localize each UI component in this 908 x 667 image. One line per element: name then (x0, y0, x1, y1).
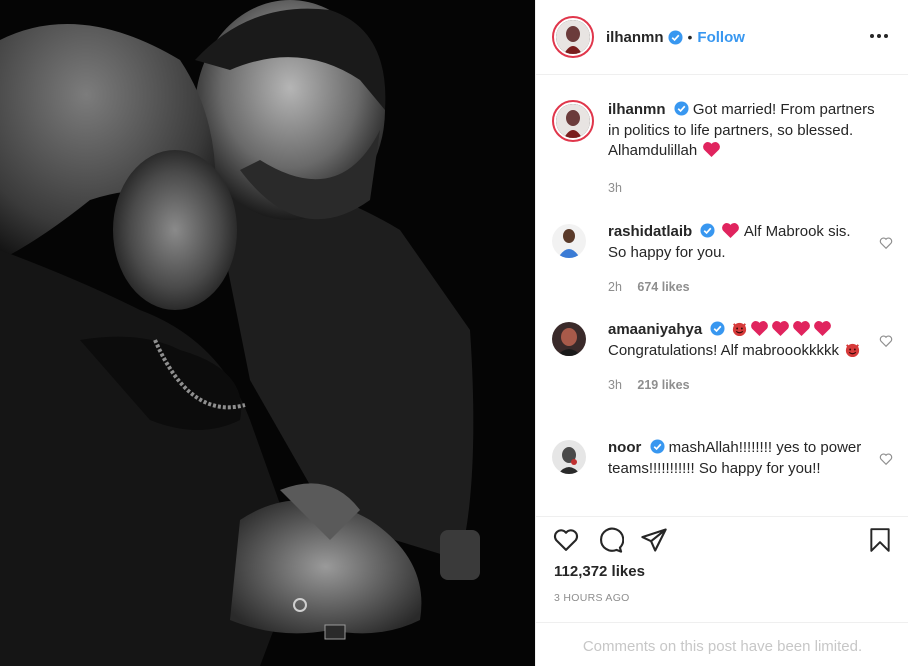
comment-amaaniyahya: amaaniyahya Congratulations! Alf mabrooo… (552, 320, 897, 396)
more-dot (870, 34, 874, 38)
separator-dot: • (687, 29, 693, 45)
red-heart-emoji-icon (750, 321, 768, 337)
bookmark-icon-graphic (870, 528, 890, 552)
comment-text-block: amaaniyahya Congratulations! Alf mabrooo… (608, 320, 863, 361)
comment-time[interactable]: 3h (608, 378, 622, 392)
post-timestamp[interactable]: 3 HOURS AGO (554, 592, 630, 604)
caption-row: ilhanmn Got married! From partners in po… (552, 100, 897, 198)
caption-username[interactable]: ilhanmn (608, 101, 666, 118)
follow-button[interactable]: Follow (697, 29, 745, 46)
more-dot (884, 34, 888, 38)
smiling-devil-emoji-icon (732, 322, 746, 337)
comment-username[interactable]: amaaniyahya (608, 321, 702, 338)
comment-avatar[interactable] (552, 224, 586, 258)
comment-likes[interactable]: 674 likes (637, 280, 689, 294)
comments-limited-notice: Comments on this post have been limited. (536, 622, 908, 667)
verified-badge-icon (710, 321, 725, 336)
comment-body: noor mashAllah!!!!!!!! yes to power team… (608, 438, 863, 479)
comment-icon[interactable] (596, 526, 624, 554)
post-likes-count[interactable]: 112,372 likes (554, 563, 645, 580)
more-dot (877, 34, 881, 38)
verified-badge-icon (649, 439, 665, 454)
post-photo[interactable] (0, 0, 535, 666)
comment-likes[interactable]: 219 likes (637, 378, 689, 392)
red-heart-emoji-icon (771, 321, 789, 337)
bookmark-icon[interactable] (867, 526, 893, 554)
author-username[interactable]: ilhanmn (606, 29, 664, 46)
post-header: ilhanmn • Follow (536, 0, 908, 75)
comments-list[interactable]: ilhanmn Got married! From partners in po… (536, 76, 908, 516)
smiling-devil-emoji-icon (846, 343, 860, 357)
caption-text-block: ilhanmn Got married! From partners in po… (608, 100, 878, 162)
caption-avatar[interactable] (552, 100, 594, 142)
author-avatar-image (556, 20, 590, 54)
header-user-info: ilhanmn • Follow (606, 29, 745, 46)
comment-text-block: rashidatlaib Alf Mabrook sis. So happy f… (608, 222, 863, 263)
comment-avatar-graphic (552, 440, 586, 474)
verified-badge-icon (700, 223, 715, 238)
verified-badge-icon (674, 101, 689, 116)
author-avatar-graphic (556, 20, 590, 54)
couple-photo-image (0, 0, 535, 666)
comment-rashidatlaib: rashidatlaib Alf Mabrook sis. So happy f… (552, 222, 897, 298)
comment-time[interactable]: 2h (608, 280, 622, 294)
red-heart-emoji-icon (792, 321, 810, 337)
comment-text: Congratulations! Alf mabroookkkkk (608, 341, 839, 359)
red-heart-emoji-icon (813, 321, 831, 337)
comment-avatar[interactable] (552, 322, 586, 356)
caption-avatar-graphic (556, 104, 590, 138)
verified-badge-icon (667, 29, 683, 45)
heart-icon[interactable] (879, 452, 893, 466)
caption-meta: 3h (608, 178, 878, 199)
share-icon[interactable] (640, 526, 668, 554)
author-avatar[interactable] (552, 16, 594, 58)
comment-username[interactable]: noor (608, 439, 641, 456)
comment-meta: 2h 674 likes (608, 277, 863, 298)
comment-avatar-graphic (552, 224, 586, 258)
red-heart-emoji-icon (721, 223, 739, 239)
caption-avatar-image (556, 104, 590, 138)
caption-time[interactable]: 3h (608, 181, 622, 195)
more-options-icon[interactable] (867, 24, 891, 48)
post-actions: 112,372 likes 3 HOURS AGO Comments on th… (536, 516, 908, 666)
comment-noor: noor mashAllah!!!!!!!! yes to power team… (552, 438, 897, 479)
comment-meta: 3h 219 likes (608, 375, 863, 396)
comment-avatar-graphic (552, 322, 586, 356)
post-side-panel: ilhanmn • Follow ilhanmn Got married! Fr… (535, 0, 908, 666)
heart-icon[interactable] (879, 334, 893, 348)
action-icon-group (552, 526, 668, 554)
comment-body: rashidatlaib Alf Mabrook sis. So happy f… (608, 222, 863, 298)
comment-body: amaaniyahya Congratulations! Alf mabrooo… (608, 320, 863, 396)
comment-text: mashAllah!!!!!!!! yes to power teams!!!!… (608, 439, 862, 477)
heart-icon[interactable] (552, 526, 580, 554)
instagram-post: ilhanmn • Follow ilhanmn Got married! Fr… (0, 0, 908, 666)
caption-body: ilhanmn Got married! From partners in po… (608, 100, 878, 198)
red-heart-emoji-icon (703, 142, 721, 158)
heart-icon[interactable] (879, 236, 893, 250)
comment-text-block: noor mashAllah!!!!!!!! yes to power team… (608, 438, 863, 479)
comment-avatar[interactable] (552, 440, 586, 474)
comment-username[interactable]: rashidatlaib (608, 223, 692, 240)
